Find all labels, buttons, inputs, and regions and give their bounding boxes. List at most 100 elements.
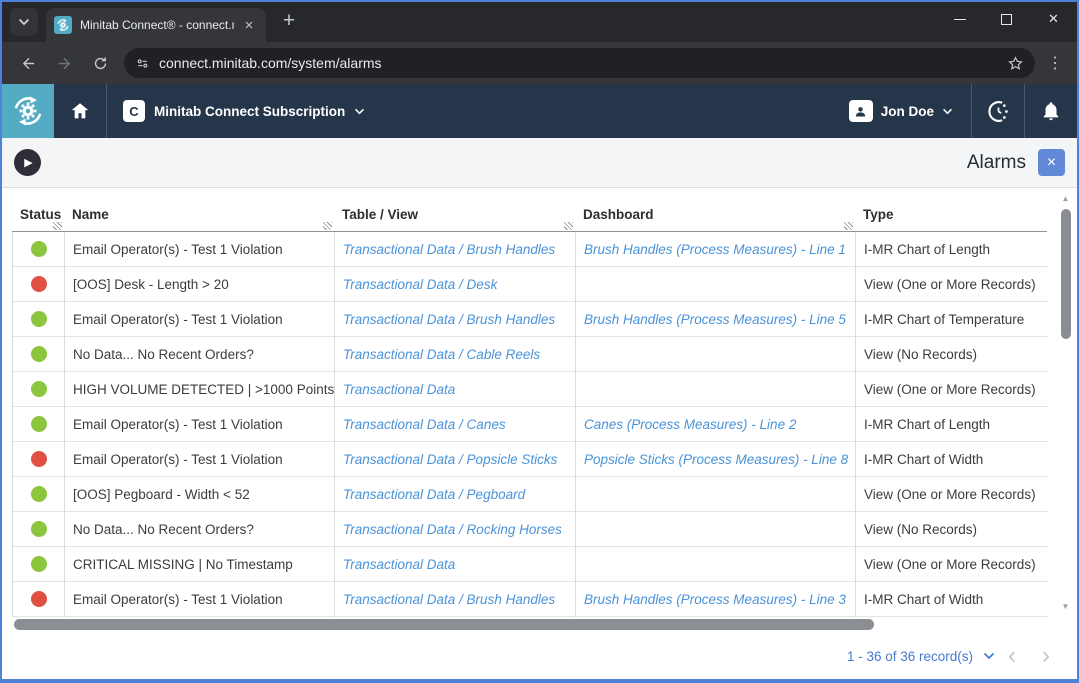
bookmark-star-icon[interactable] [1006, 54, 1025, 73]
cell-table-view[interactable]: Transactional Data / Brush Handles [335, 582, 576, 617]
cell-type: I-MR Chart of Temperature [856, 302, 1048, 337]
forward-button[interactable] [48, 47, 80, 79]
cell-type: I-MR Chart of Length [856, 232, 1048, 267]
chevron-down-icon [18, 18, 30, 26]
cell-name: [OOS] Pegboard - Width < 52 [65, 477, 335, 512]
column-header-table-view[interactable]: Table / View [334, 207, 575, 231]
alarms-table: Status Name Table / View Dashboard Type … [2, 188, 1077, 633]
notifications-button[interactable] [1025, 84, 1077, 138]
status-cell [13, 582, 65, 617]
clock-crescent-icon [986, 99, 1011, 124]
cell-dashboard[interactable]: Brush Handles (Process Measures) - Line … [576, 302, 856, 337]
status-cell [13, 477, 65, 512]
back-button[interactable] [12, 47, 44, 79]
cell-type: I-MR Chart of Length [856, 407, 1048, 442]
cell-table-view[interactable]: Transactional Data / Brush Handles [335, 302, 576, 337]
cell-table-view[interactable]: Transactional Data / Pegboard [335, 477, 576, 512]
cell-dashboard[interactable]: Brush Handles (Process Measures) - Line … [576, 232, 856, 267]
cell-table-view[interactable]: Transactional Data / Canes [335, 407, 576, 442]
table-row[interactable]: No Data... No Recent Orders? Transaction… [13, 512, 1048, 547]
table-row[interactable]: Email Operator(s) - Test 1 Violation Tra… [13, 582, 1048, 617]
reload-button[interactable] [84, 47, 116, 79]
status-cell [13, 302, 65, 337]
browser-window: Minitab Connect® - connect.mi × + ✕ conn… [0, 0, 1079, 683]
scroll-down-icon[interactable]: ▼ [1062, 603, 1070, 611]
cell-table-view[interactable]: Transactional Data / Rocking Horses [335, 512, 576, 547]
cell-dashboard[interactable]: Canes (Process Measures) - Line 2 [576, 407, 856, 442]
browser-tab[interactable]: Minitab Connect® - connect.mi × [46, 8, 266, 42]
cell-table-view[interactable]: Transactional Data / Cable Reels [335, 337, 576, 372]
column-resize-handle[interactable] [323, 222, 332, 230]
cell-dashboard[interactable]: Popsicle Sticks (Process Measures) - Lin… [576, 442, 856, 477]
cell-name: Email Operator(s) - Test 1 Violation [65, 582, 335, 617]
status-dot [31, 486, 47, 502]
recent-activity-button[interactable] [972, 84, 1024, 138]
close-button[interactable]: ✕ [1030, 2, 1077, 36]
run-button[interactable]: ▶ [14, 149, 41, 176]
cell-table-view[interactable]: Transactional Data / Desk [335, 267, 576, 302]
table-row[interactable]: Email Operator(s) - Test 1 Violation Tra… [13, 232, 1048, 267]
table-row[interactable]: HIGH VOLUME DETECTED | >1000 Points Tran… [13, 372, 1048, 407]
record-count-dropdown[interactable]: 1 - 36 of 36 record(s) [847, 649, 995, 664]
cell-dashboard[interactable] [576, 267, 856, 302]
url-bar[interactable]: connect.minitab.com/system/alarms [124, 48, 1035, 78]
cell-dashboard[interactable] [576, 477, 856, 512]
status-cell [13, 232, 65, 267]
cell-dashboard[interactable] [576, 512, 856, 547]
column-header-name[interactable]: Name [64, 207, 334, 231]
navbar-right: Jon Doe [831, 84, 1077, 138]
cell-table-view[interactable]: Transactional Data / Brush Handles [335, 232, 576, 267]
table-row[interactable]: Email Operator(s) - Test 1 Violation Tra… [13, 302, 1048, 337]
reload-icon [92, 55, 109, 72]
new-tab-button[interactable]: + [276, 8, 302, 34]
subscription-selector[interactable]: C Minitab Connect Subscription [107, 84, 381, 138]
status-dot [31, 416, 47, 432]
tab-close-icon[interactable]: × [240, 16, 258, 34]
cell-dashboard[interactable] [576, 372, 856, 407]
panel-close-button[interactable]: × [1038, 149, 1065, 176]
cell-name: Email Operator(s) - Test 1 Violation [65, 442, 335, 477]
minimize-button[interactable] [936, 2, 983, 36]
cell-table-view[interactable]: Transactional Data / Popsicle Sticks [335, 442, 576, 477]
cell-dashboard[interactable]: Brush Handles (Process Measures) - Line … [576, 582, 856, 617]
horizontal-scroll-thumb[interactable] [14, 619, 874, 630]
scroll-up-icon[interactable]: ▲ [1062, 195, 1070, 203]
column-resize-handle[interactable] [564, 222, 573, 230]
cell-name: Email Operator(s) - Test 1 Violation [65, 232, 335, 267]
cell-dashboard[interactable] [576, 547, 856, 582]
table-row[interactable]: [OOS] Desk - Length > 20 Transactional D… [13, 267, 1048, 302]
cell-name: CRITICAL MISSING | No Timestamp [65, 547, 335, 582]
column-resize-handle[interactable] [844, 222, 853, 230]
minitab-connect-logo[interactable] [2, 84, 54, 138]
record-count: 1 - 36 of 36 record(s) [847, 649, 973, 664]
status-dot [31, 241, 47, 257]
user-menu[interactable]: Jon Doe [831, 84, 971, 138]
tab-search-button[interactable] [10, 8, 38, 36]
window-controls: ✕ [936, 2, 1077, 36]
vertical-scroll-thumb[interactable] [1061, 209, 1071, 339]
status-cell [13, 547, 65, 582]
previous-page-button[interactable]: ‹ [995, 646, 1029, 666]
back-icon [20, 55, 37, 72]
column-header-type[interactable]: Type [855, 207, 1047, 231]
status-dot [31, 521, 47, 537]
home-button[interactable] [54, 84, 106, 138]
table-row[interactable]: No Data... No Recent Orders? Transaction… [13, 337, 1048, 372]
cell-table-view[interactable]: Transactional Data [335, 547, 576, 582]
table-row[interactable]: CRITICAL MISSING | No Timestamp Transact… [13, 547, 1048, 582]
next-page-button[interactable]: › [1029, 646, 1063, 666]
table-row[interactable]: Email Operator(s) - Test 1 Violation Tra… [13, 407, 1048, 442]
maximize-button[interactable] [983, 2, 1030, 36]
browser-menu-icon[interactable]: ⋮ [1041, 53, 1069, 73]
column-header-dashboard[interactable]: Dashboard [575, 207, 855, 231]
column-resize-handle[interactable] [53, 222, 62, 230]
horizontal-scrollbar[interactable] [12, 618, 1047, 631]
table-row[interactable]: [OOS] Pegboard - Width < 52 Transactiona… [13, 477, 1048, 512]
column-header-status[interactable]: Status [12, 207, 64, 231]
cell-table-view[interactable]: Transactional Data [335, 372, 576, 407]
vertical-scrollbar[interactable]: ▲ ▼ [1059, 195, 1072, 611]
cell-dashboard[interactable] [576, 337, 856, 372]
table-row[interactable]: Email Operator(s) - Test 1 Violation Tra… [13, 442, 1048, 477]
tab-strip: Minitab Connect® - connect.mi × + ✕ [2, 2, 1077, 42]
url-text[interactable]: connect.minitab.com/system/alarms [159, 55, 1006, 71]
